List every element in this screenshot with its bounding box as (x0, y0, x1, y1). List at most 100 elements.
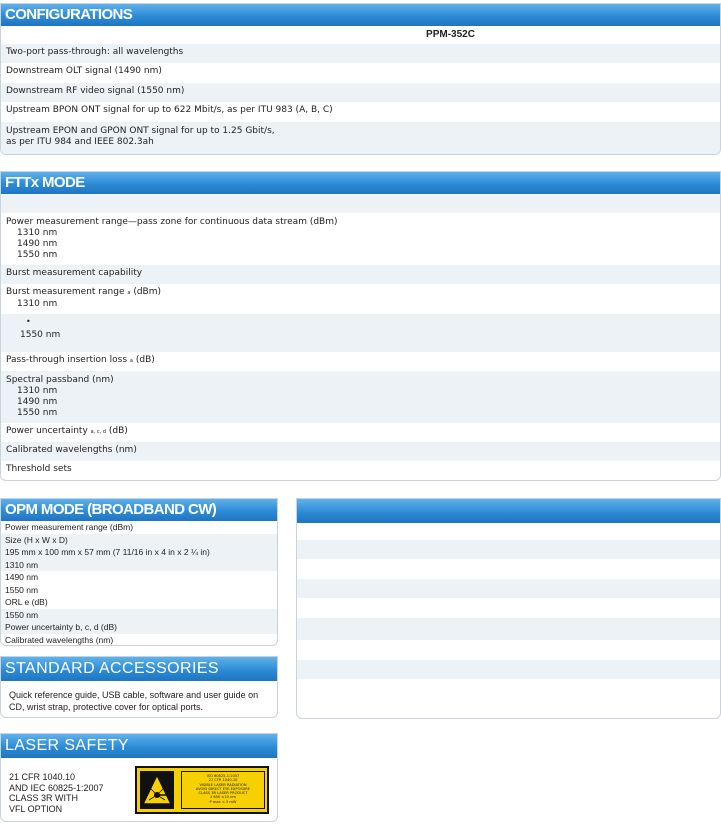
config-row: Downstream OLT signal (1490 nm) (1, 63, 720, 83)
row-label: Calibrated wavelengths (nm) (6, 445, 137, 455)
opm-row: Power uncertainty b, c, d (dB) (1, 621, 277, 634)
blank-row (297, 523, 720, 540)
blank-row (297, 540, 720, 559)
accessories-line: Quick reference guide, USB cable, softwa… (9, 690, 259, 700)
fttx-row-power-range: Power measurement range—pass zone for co… (1, 213, 720, 265)
unit-text: (dB) (108, 426, 128, 436)
config-text: Two-port pass-through: all wavelengths (6, 47, 184, 57)
opm-row: 1550 nm (1, 584, 277, 597)
opm-text: Power measurement range (dBm) (5, 522, 134, 532)
footnote-mark: a, c, d (90, 429, 107, 435)
config-text: Downstream OLT signal (1490 nm) (6, 66, 162, 76)
footnote-mark: a (127, 290, 131, 296)
unit-text: (dBm) (133, 287, 161, 297)
laser-line: AND IEC 60825-1:2007 (9, 782, 104, 793)
opm-row: 1550 nm (1, 608, 277, 621)
opm-text: Power uncertainty b, c, d (dB) (5, 622, 117, 632)
fttx-row-uncertainty: Power uncertainty a, c, d (dB) (1, 423, 720, 442)
blank-row (297, 679, 720, 699)
opm-row: Power measurement range (dBm) (1, 521, 277, 534)
fttx-panel: FTTx MODE Power measurement range—pass z… (0, 171, 721, 481)
config-text: Downstream RF video signal (1550 nm) (6, 86, 185, 96)
config-text: as per ITU 984 and IEEE 802.3ah (6, 137, 154, 147)
opm-text: Calibrated wavelengths (nm) (5, 634, 114, 645)
fttx-row-threshold: Threshold sets (1, 461, 720, 480)
blank-row (297, 559, 720, 579)
laser-hazard-icon (140, 771, 174, 809)
config-text: Upstream EPON and GPON ONT signal for up… (6, 126, 275, 136)
wavelength-label: 1550 nm (17, 250, 58, 260)
laser-safety-header: LASER SAFETY (1, 734, 277, 758)
row-label: Burst measurement range a (dBm) (6, 287, 715, 299)
laser-class-text: 21 CFR 1040.10 AND IEC 60825-1:2007 CLAS… (9, 772, 104, 814)
opm-text: 195 mm x 100 mm x 57 mm (7 11/16 in x 4 … (5, 547, 210, 557)
fttx-row-calibrated: Calibrated wavelengths (nm) (1, 442, 720, 461)
accessories-panel: STANDARD ACCESSORIES Quick reference gui… (0, 656, 278, 718)
config-row: Upstream BPON ONT signal for up to 622 M… (1, 102, 720, 122)
fttx-spacer-row (1, 194, 720, 213)
bullet-mark: • (26, 317, 31, 326)
blank-row (297, 660, 720, 679)
label-line: P max < 5 mW (209, 799, 237, 804)
laser-line: VFL OPTION (9, 803, 63, 814)
laser-line: CLASS 3R WITH (9, 793, 79, 803)
laser-line: 21 CFR 1040.10 (9, 772, 76, 782)
wavelength-label: 1310 nm (17, 386, 58, 396)
opm-row: Size (H x W x D) (1, 533, 277, 546)
wavelength-label: 1310 nm (17, 299, 58, 309)
blank-row (297, 640, 720, 660)
config-row: Upstream EPON and GPON ONT signal for up… (1, 122, 720, 154)
fttx-row-burst-capability: Burst measurement capability (1, 265, 720, 284)
opm-text: 1550 nm (5, 609, 39, 620)
opm-text: Size (H x W x D) (5, 534, 68, 545)
model-column-header: PPM-352C (426, 29, 475, 40)
opm-header: OPM MODE (BROADBAND CW) (1, 499, 277, 521)
blank-row (297, 598, 720, 618)
wavelength-label: 1550 nm (17, 408, 58, 418)
footnote-mark: a (129, 358, 133, 364)
fttx-row-insertion-loss: Pass-through insertion loss a (dB) (1, 352, 720, 371)
opm-row: ORL e (dB) (1, 596, 277, 609)
unit-text: (dB) (135, 355, 155, 365)
configurations-header: CONFIGURATIONS (1, 4, 720, 26)
opm-row: Calibrated wavelengths (nm) (1, 634, 277, 646)
accessories-header: STANDARD ACCESSORIES (1, 657, 277, 681)
row-label: Spectral passband (nm) (6, 375, 114, 385)
blank-row (297, 618, 720, 640)
accessories-text: Quick reference guide, USB cable, softwa… (1, 681, 277, 717)
opm-row: 1490 nm (1, 571, 277, 584)
config-row: Two-port pass-through: all wavelengths (1, 44, 720, 63)
fttx-row-passband: Spectral passband (nm) 1310 nm 1490 nm 1… (1, 371, 720, 423)
opm-text: 1310 nm (5, 559, 39, 570)
opm-panel: OPM MODE (BROADBAND CW) Power measuremen… (0, 498, 278, 646)
opm-row: 1310 nm (1, 558, 277, 571)
laser-warning-label: ISO 60825-1:2007 21 CFR 1040.10 VISIBLE … (135, 766, 269, 814)
config-row: Downstream RF video signal (1550 nm) (1, 83, 720, 102)
fttx-header: FTTx MODE (1, 172, 720, 194)
row-label: Threshold sets (6, 464, 72, 474)
opm-text: ORL e (dB) (5, 597, 48, 607)
wavelength-label: 1310 nm (17, 228, 58, 238)
label-text: Burst measurement range (6, 287, 125, 297)
row-label: Power measurement range—pass zone for co… (6, 217, 338, 227)
laser-safety-panel: LASER SAFETY 21 CFR 1040.10 AND IEC 6082… (0, 733, 278, 822)
opm-text: 1490 nm (5, 572, 39, 582)
opm-text: 1550 nm (5, 584, 39, 595)
fttx-row-1550: • 1550 nm (1, 314, 720, 352)
laser-label-text: ISO 60825-1:2007 21 CFR 1040.10 VISIBLE … (181, 771, 265, 809)
accessories-line: CD, wrist strap, protective cover for op… (9, 702, 204, 712)
wavelength-label: 1490 nm (17, 397, 58, 407)
wavelength-label: 1550 nm (20, 330, 61, 340)
wavelength-label: 1490 nm (17, 239, 58, 249)
blank-panel-header (297, 499, 720, 523)
label-text: Pass-through insertion loss (6, 355, 128, 365)
specs-blank-panel (296, 498, 721, 719)
blank-row (297, 579, 720, 598)
laser-triangle-icon (141, 773, 173, 805)
label-text: Power uncertainty (6, 426, 88, 436)
configurations-panel: CONFIGURATIONS PPM-352C Two-port pass-th… (0, 3, 721, 155)
fttx-row-burst-range: Burst measurement range a (dBm) 1310 nm (1, 284, 720, 314)
opm-row: 195 mm x 100 mm x 57 mm (7 11/16 in x 4 … (1, 546, 277, 559)
config-text: Upstream BPON ONT signal for up to 622 M… (6, 105, 333, 115)
row-label: Burst measurement capability (6, 268, 143, 278)
